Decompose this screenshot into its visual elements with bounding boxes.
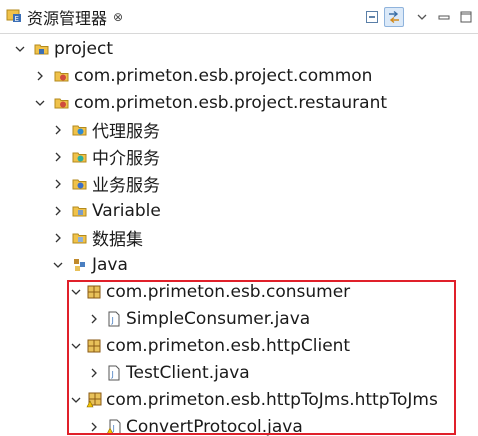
collapsed-chevron-icon[interactable] (88, 367, 100, 379)
tree-item-label: ConvertProtocol.java (126, 416, 303, 436)
tree-item-variable[interactable]: Variable (0, 197, 478, 224)
view-menu-icon (417, 14, 427, 20)
tree-item-java[interactable]: Java (0, 251, 478, 278)
package-warning-icon (86, 392, 102, 408)
tree-item-label: com.primeton.esb.project.restaurant (74, 92, 388, 113)
tree-item-file-simple-consumer[interactable]: J SimpleConsumer.java (0, 305, 478, 332)
explorer-view-tab[interactable]: E 资源管理器 ⊗ (0, 0, 123, 34)
project-icon (34, 41, 50, 57)
java-source-folder-icon (72, 257, 88, 273)
tree-item-label: Java (92, 254, 128, 275)
maximize-icon (460, 11, 472, 23)
tree-item-proxy-services[interactable]: 代理服务 (0, 116, 478, 143)
minimize-icon (438, 15, 450, 20)
tree-item-restaurant[interactable]: com.primeton.esb.project.restaurant (0, 89, 478, 116)
maximize-button[interactable] (456, 7, 476, 27)
module-icon (54, 68, 70, 84)
tree-item-label: com.primeton.esb.httpToJms.httpToJms (106, 389, 438, 410)
view-tabbar: E 资源管理器 ⊗ (0, 0, 478, 34)
collapsed-chevron-icon[interactable] (52, 124, 64, 136)
svg-text:J: J (111, 370, 114, 379)
tree-item-label: com.primeton.esb.consumer (106, 281, 351, 302)
business-service-folder-icon (72, 176, 88, 192)
tree-item-business-services[interactable]: 业务服务 (0, 170, 478, 197)
java-file-icon: J (106, 365, 122, 381)
collapsed-chevron-icon[interactable] (52, 178, 64, 190)
minimize-button[interactable] (434, 7, 454, 27)
view-menu-button[interactable] (412, 7, 432, 27)
package-icon (86, 338, 102, 354)
expanded-chevron-icon[interactable] (70, 340, 82, 352)
tree-item-label: com.primeton.esb.httpClient (106, 335, 351, 356)
package-icon (86, 284, 102, 300)
java-file-icon: J (106, 311, 122, 327)
tree-item-project[interactable]: project (0, 35, 478, 62)
svg-text:E: E (15, 15, 19, 23)
tree-item-label: SimpleConsumer.java (126, 308, 311, 329)
project-tree: project com.primeton.esb.project.common … (0, 34, 478, 436)
expanded-chevron-icon[interactable] (52, 259, 64, 271)
tree-item-file-convert-protocol[interactable]: J ConvertProtocol.java (0, 413, 478, 436)
tree-item-datasets[interactable]: 数据集 (0, 224, 478, 251)
tree-item-label: 中介服务 (92, 149, 160, 169)
tree-item-common[interactable]: com.primeton.esb.project.common (0, 62, 478, 89)
tree-item-label: Variable (92, 200, 161, 221)
collapsed-chevron-icon[interactable] (88, 421, 100, 433)
expanded-chevron-icon[interactable] (70, 394, 82, 406)
tree-item-label: com.primeton.esb.project.common (74, 65, 373, 86)
collapsed-chevron-icon[interactable] (88, 313, 100, 325)
tree-item-package-http-client[interactable]: com.primeton.esb.httpClient (0, 332, 478, 359)
collapsed-chevron-icon[interactable] (52, 205, 64, 217)
mediation-service-folder-icon (72, 149, 88, 165)
tree-item-label: 代理服务 (92, 122, 160, 142)
collapse-all-button[interactable] (362, 7, 382, 27)
expanded-chevron-icon[interactable] (34, 97, 46, 109)
collapsed-chevron-icon[interactable] (52, 151, 64, 163)
link-with-editor-icon (389, 10, 399, 24)
link-with-editor-button[interactable] (384, 7, 404, 27)
expanded-chevron-icon[interactable] (70, 286, 82, 298)
close-icon[interactable]: ⊗ (113, 10, 123, 24)
tree-item-mediation-services[interactable]: 中介服务 (0, 143, 478, 170)
expanded-chevron-icon[interactable] (14, 43, 26, 55)
java-file-warning-icon: J (106, 419, 122, 435)
dataset-folder-icon (72, 230, 88, 246)
collapsed-chevron-icon[interactable] (34, 70, 46, 82)
explorer-view-icon: E (6, 7, 22, 27)
tree-item-label: TestClient.java (126, 362, 250, 383)
tree-item-package-consumer[interactable]: com.primeton.esb.consumer (0, 278, 478, 305)
svg-text:J: J (111, 316, 114, 325)
tree-item-label: project (54, 38, 114, 59)
module-icon (54, 95, 70, 111)
collapse-all-icon (366, 11, 378, 23)
tree-item-label: 业务服务 (92, 176, 160, 196)
variable-folder-icon (72, 203, 88, 219)
tree-item-file-test-client[interactable]: J TestClient.java (0, 359, 478, 386)
tree-item-package-http-to-jms[interactable]: com.primeton.esb.httpToJms.httpToJms (0, 386, 478, 413)
proxy-service-folder-icon (72, 122, 88, 138)
tree-item-label: 数据集 (92, 230, 143, 250)
collapsed-chevron-icon[interactable] (52, 232, 64, 244)
view-tab-title: 资源管理器 (27, 9, 108, 28)
